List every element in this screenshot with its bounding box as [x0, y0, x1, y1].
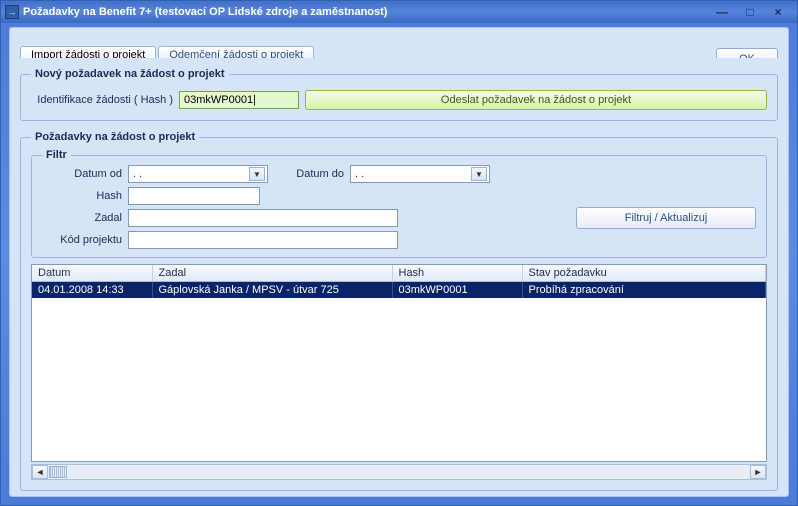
col-datum-header[interactable]: Datum [32, 265, 152, 282]
date-from-label: Datum od [42, 168, 122, 180]
tab-panel: Nový požadavek na žádost o projekt Ident… [20, 58, 778, 486]
date-from-input[interactable]: . . ▼ [128, 165, 268, 183]
hash-label: Identifikace žádosti ( Hash ) [31, 94, 173, 106]
chevron-down-icon[interactable]: ▼ [471, 167, 487, 181]
filter-bottom: Hash Zadal Kód projektu Filtruj / Aktual… [42, 187, 756, 249]
kod-filter-label: Kód projektu [42, 234, 122, 246]
filter-dates-row: Datum od . . ▼ Datum do . . ▼ [42, 165, 756, 183]
new-request-legend: Nový požadavek na žádost o projekt [31, 68, 229, 80]
app-icon: → [5, 5, 19, 19]
cell-datum: 04.01.2008 14:33 [32, 282, 152, 299]
zadal-filter-input[interactable] [128, 209, 398, 227]
requests-group: Požadavky na žádost o projekt Filtr Datu… [20, 131, 778, 491]
col-hash-header[interactable]: Hash [392, 265, 522, 282]
hash-filter-label: Hash [42, 190, 122, 202]
window-title: Požadavky na Benefit 7+ (testovací OP Li… [23, 6, 713, 18]
zadal-filter-label: Zadal [42, 212, 122, 224]
hash-row: Identifikace žádosti ( Hash ) Odeslat po… [31, 90, 767, 110]
filter-button[interactable]: Filtruj / Aktualizuj [576, 207, 756, 229]
kod-filter-input[interactable] [128, 231, 398, 249]
hash-filter-input[interactable] [128, 187, 260, 205]
date-to-text: . . [355, 168, 364, 180]
table-header-row: Datum Zadal Hash Stav požadavku [32, 265, 766, 282]
cell-zadal: Gáplovská Janka / MPSV - útvar 725 [152, 282, 392, 299]
col-stav-header[interactable]: Stav požadavku [522, 265, 766, 282]
chevron-down-icon[interactable]: ▼ [249, 167, 265, 181]
new-request-group: Nový požadavek na žádost o projekt Ident… [20, 68, 778, 121]
col-zadal-header[interactable]: Zadal [152, 265, 392, 282]
close-button[interactable]: × [769, 4, 787, 20]
table-row[interactable]: 04.01.2008 14:33 Gáplovská Janka / MPSV … [32, 282, 766, 299]
scroll-thumb[interactable] [49, 466, 67, 478]
maximize-button[interactable]: □ [741, 4, 759, 20]
client-area: Import žádosti o projekt Odemčení žádost… [9, 27, 789, 497]
horizontal-scrollbar[interactable]: ◄ ► [31, 464, 767, 480]
date-to-label: Datum do [274, 168, 344, 180]
hash-input[interactable] [179, 91, 299, 109]
date-to-input[interactable]: . . ▼ [350, 165, 490, 183]
cell-hash: 03mkWP0001 [392, 282, 522, 299]
cell-stav: Probíhá zpracování [522, 282, 766, 299]
app-icon-glyph: → [8, 7, 17, 17]
app-window: → Požadavky na Benefit 7+ (testovací OP … [0, 0, 798, 506]
requests-legend: Požadavky na žádost o projekt [31, 131, 199, 143]
date-from-text: . . [133, 168, 142, 180]
window-controls: — □ × [713, 4, 787, 20]
filter-group: Filtr Datum od . . ▼ Datum do . . ▼ [31, 149, 767, 258]
titlebar[interactable]: → Požadavky na Benefit 7+ (testovací OP … [1, 1, 797, 23]
minimize-button[interactable]: — [713, 4, 731, 20]
scroll-right-icon[interactable]: ► [750, 465, 766, 479]
requests-table[interactable]: Datum Zadal Hash Stav požadavku 04.01.20… [31, 264, 767, 462]
scroll-left-icon[interactable]: ◄ [32, 465, 48, 479]
filter-legend: Filtr [42, 149, 71, 161]
send-request-button[interactable]: Odeslat požadavek na žádost o projekt [305, 90, 767, 110]
filter-text-fields: Hash Zadal Kód projektu [42, 187, 398, 249]
